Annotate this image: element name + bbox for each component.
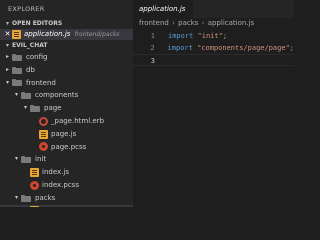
- project-header[interactable]: ▾ EVIL_CHAT: [0, 40, 133, 51]
- open-editors-header[interactable]: ▾ OPEN EDITORS: [0, 18, 133, 29]
- js-file-icon: [12, 30, 21, 39]
- tree-folder[interactable]: ▸ db: [0, 64, 133, 77]
- breadcrumb-separator: ›: [201, 19, 205, 27]
- tree-item-label: _page.html.erb: [51, 116, 105, 125]
- js-file-icon: [30, 168, 39, 178]
- code-line[interactable]: 2 import "components/page/page";: [133, 42, 294, 54]
- tree-item-label: components: [35, 91, 79, 100]
- file-tree: ▸ config ▸ db ▾ frontend ▾ components ▾ page _page…: [0, 51, 133, 207]
- tree-item-label: packs: [35, 193, 56, 202]
- chevron-down-icon: ▾: [5, 42, 9, 49]
- code-line-current[interactable]: 3: [133, 54, 294, 66]
- keyword: import: [168, 32, 194, 40]
- open-editor-path: frontend/packs: [74, 31, 120, 38]
- folder-icon: [12, 79, 22, 87]
- project-label: EVIL_CHAT: [12, 42, 48, 49]
- tree-file[interactable]: index.pcss: [0, 179, 133, 192]
- tree-item-label: index.js: [42, 168, 69, 177]
- breadcrumb-item[interactable]: frontend: [139, 19, 169, 27]
- chevron-right-icon: ▸: [5, 53, 9, 60]
- tree-folder[interactable]: ▾ components: [0, 89, 133, 102]
- string-literal: "components/page/page";: [197, 44, 294, 52]
- editor-pane: application.js frontend › packs › applic…: [133, 0, 294, 207]
- css-file-icon: [39, 142, 48, 152]
- tree-item-label: index.pcss: [42, 180, 79, 189]
- tree-item-label: frontend: [26, 78, 56, 87]
- tree-item-label: init: [35, 155, 47, 164]
- tree-item-label: page.js: [51, 129, 77, 138]
- line-content: [155, 55, 168, 65]
- line-content: import "init";: [155, 30, 227, 42]
- css-file-icon: [30, 180, 39, 190]
- tree-item-label: page.pcss: [51, 142, 87, 151]
- tab-bar: application.js: [133, 0, 294, 18]
- open-editor-item[interactable]: ✕ application.js frontend/packs: [0, 29, 133, 40]
- breadcrumb: frontend › packs › application.js: [133, 18, 294, 29]
- code-line[interactable]: 1 import "init";: [133, 30, 294, 42]
- tree-file[interactable]: application.js: [0, 204, 133, 208]
- explorer-sidebar: EXPLORER ▾ OPEN EDITORS ✕ application.js…: [0, 0, 133, 207]
- code-area[interactable]: 1 import "init"; 2 import "components/pa…: [133, 30, 294, 66]
- folder-icon: [12, 66, 22, 74]
- chevron-down-icon: ▾: [23, 104, 27, 112]
- line-number: 3: [150, 57, 155, 65]
- folder-icon: [30, 105, 40, 113]
- chevron-down-icon: ▾: [14, 91, 18, 99]
- tree-file[interactable]: _page.html.erb: [0, 115, 133, 128]
- tree-item-label: page: [44, 104, 62, 113]
- tree-folder[interactable]: ▾ init: [0, 153, 133, 166]
- tree-file[interactable]: index.js: [0, 166, 133, 179]
- tree-folder[interactable]: ▾ page: [0, 102, 133, 115]
- line-number: 2: [150, 44, 155, 52]
- chevron-down-icon: ▾: [5, 78, 9, 86]
- tree-file[interactable]: page.pcss: [0, 141, 133, 154]
- erb-file-icon: [39, 116, 48, 126]
- open-editors-label: OPEN EDITORS: [12, 20, 63, 27]
- breadcrumb-separator: ›: [172, 19, 175, 27]
- folder-icon: [21, 194, 31, 202]
- breadcrumb-item[interactable]: packs: [178, 19, 198, 27]
- tree-folder[interactable]: ▾ packs: [0, 192, 133, 205]
- chevron-right-icon: ▸: [5, 65, 9, 73]
- string-literal: "init";: [197, 32, 228, 40]
- open-editor-filename: application.js: [24, 30, 71, 38]
- line-content: import "components/page/page";: [155, 42, 294, 54]
- chevron-down-icon: ▾: [5, 20, 9, 27]
- tree-item-label: application.js: [42, 205, 88, 208]
- folder-icon: [12, 53, 22, 61]
- js-file-icon: [39, 129, 48, 139]
- tree-folder[interactable]: ▸ config: [0, 51, 133, 64]
- chevron-down-icon: ▾: [14, 155, 18, 163]
- line-number: 1: [150, 32, 155, 40]
- tree-folder[interactable]: ▾ frontend: [0, 77, 133, 90]
- tab-application-js[interactable]: application.js: [133, 0, 194, 18]
- tree-item-label: config: [26, 53, 48, 61]
- breadcrumb-item[interactable]: application.js: [208, 19, 254, 27]
- js-file-icon: [30, 206, 39, 207]
- chevron-down-icon: ▾: [14, 193, 18, 201]
- explorer-title: EXPLORER: [8, 5, 45, 13]
- tree-item-label: db: [26, 65, 35, 74]
- folder-icon: [21, 156, 31, 164]
- folder-icon: [21, 92, 31, 100]
- tree-file[interactable]: page.js: [0, 128, 133, 141]
- keyword: import: [167, 44, 193, 52]
- close-icon[interactable]: ✕: [3, 29, 12, 40]
